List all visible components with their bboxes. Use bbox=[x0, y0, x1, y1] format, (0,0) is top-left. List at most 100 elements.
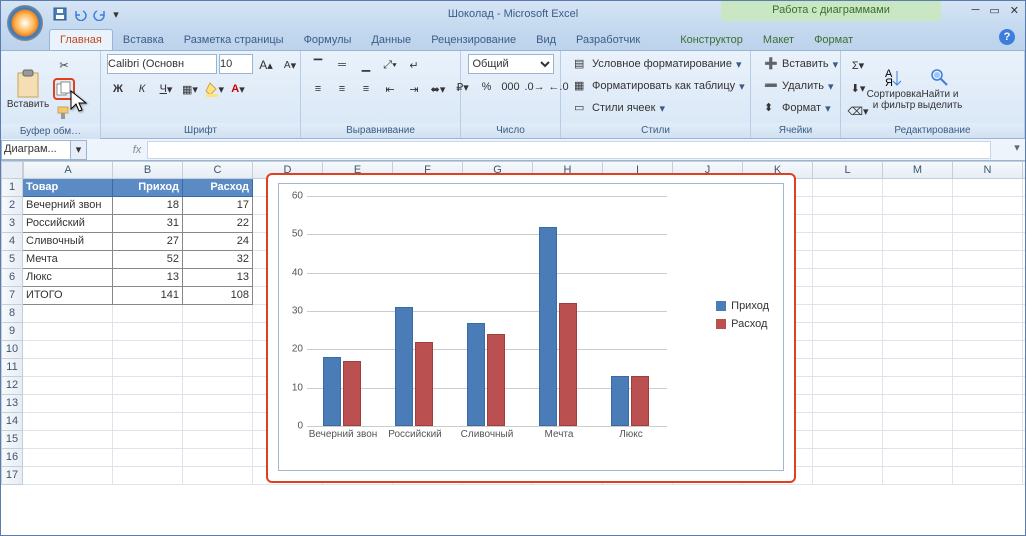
cell[interactable] bbox=[183, 359, 253, 377]
col-header-M[interactable]: M bbox=[883, 161, 953, 179]
align-left-icon[interactable]: ≡ bbox=[307, 78, 329, 100]
cell[interactable] bbox=[953, 233, 1023, 251]
insert-cells-button[interactable]: ➕Вставить▾ bbox=[757, 54, 845, 74]
cell[interactable]: ИТОГО bbox=[23, 287, 113, 305]
select-all-corner[interactable] bbox=[1, 161, 23, 179]
cell[interactable]: Товар bbox=[23, 179, 113, 197]
cell[interactable]: 141 bbox=[113, 287, 183, 305]
cell[interactable] bbox=[883, 215, 953, 233]
cell[interactable] bbox=[23, 431, 113, 449]
bar[interactable] bbox=[611, 376, 629, 426]
decrease-indent-icon[interactable]: ⇤ bbox=[379, 78, 401, 100]
tab-insert[interactable]: Вставка bbox=[113, 30, 174, 50]
row-headers[interactable]: 1234567891011121314151617 bbox=[1, 179, 23, 485]
cell[interactable] bbox=[813, 449, 883, 467]
cell[interactable] bbox=[183, 431, 253, 449]
cell[interactable] bbox=[1023, 467, 1025, 485]
tab-chart-design[interactable]: Конструктор bbox=[670, 30, 753, 50]
cell[interactable] bbox=[953, 251, 1023, 269]
cell[interactable] bbox=[953, 449, 1023, 467]
row-header-5[interactable]: 5 bbox=[1, 251, 23, 269]
cell[interactable] bbox=[1023, 305, 1025, 323]
cell[interactable] bbox=[883, 413, 953, 431]
orientation-icon[interactable]: ⤢▾ bbox=[379, 54, 401, 76]
cell[interactable] bbox=[883, 395, 953, 413]
cell[interactable] bbox=[813, 197, 883, 215]
worksheet[interactable]: ABCDEFGHIJKLMNO 123456789101112131415161… bbox=[1, 161, 1025, 521]
cell[interactable] bbox=[883, 305, 953, 323]
cell[interactable]: Люкс bbox=[23, 269, 113, 287]
cell[interactable] bbox=[1023, 197, 1025, 215]
cell[interactable] bbox=[813, 341, 883, 359]
cell[interactable] bbox=[883, 377, 953, 395]
cell[interactable] bbox=[1023, 449, 1025, 467]
row-header-14[interactable]: 14 bbox=[1, 413, 23, 431]
cell[interactable]: Приход bbox=[113, 179, 183, 197]
cell[interactable] bbox=[113, 377, 183, 395]
cell[interactable] bbox=[183, 341, 253, 359]
redo-icon[interactable] bbox=[91, 5, 109, 23]
row-header-9[interactable]: 9 bbox=[1, 323, 23, 341]
cell[interactable] bbox=[883, 341, 953, 359]
bar[interactable] bbox=[631, 376, 649, 426]
close-icon[interactable]: ✕ bbox=[1010, 4, 1019, 17]
cell[interactable] bbox=[883, 233, 953, 251]
col-header-L[interactable]: L bbox=[813, 161, 883, 179]
cell[interactable] bbox=[953, 395, 1023, 413]
formula-input[interactable] bbox=[147, 141, 991, 159]
save-icon[interactable] bbox=[51, 5, 69, 23]
bar[interactable] bbox=[395, 307, 413, 426]
row-header-12[interactable]: 12 bbox=[1, 377, 23, 395]
cell[interactable] bbox=[23, 395, 113, 413]
font-color-icon[interactable]: A▾ bbox=[227, 78, 249, 100]
cell[interactable]: 17 bbox=[183, 197, 253, 215]
cell[interactable] bbox=[23, 413, 113, 431]
cell[interactable] bbox=[1023, 233, 1025, 251]
delete-cells-button[interactable]: ➖Удалить▾ bbox=[757, 76, 841, 96]
border-icon[interactable]: ▦▾ bbox=[179, 78, 201, 100]
cell[interactable] bbox=[1023, 269, 1025, 287]
qat-more-icon[interactable]: ▾ bbox=[111, 5, 121, 23]
cell[interactable] bbox=[1023, 377, 1025, 395]
wrap-text-icon[interactable]: ↵ bbox=[403, 54, 425, 76]
cell[interactable] bbox=[813, 467, 883, 485]
format-as-table-button[interactable]: ▦Форматировать как таблицу▾ bbox=[567, 76, 752, 96]
bar[interactable] bbox=[467, 323, 485, 427]
format-painter-icon[interactable] bbox=[53, 102, 75, 124]
cell[interactable] bbox=[883, 269, 953, 287]
cell[interactable] bbox=[113, 305, 183, 323]
row-header-13[interactable]: 13 bbox=[1, 395, 23, 413]
cell[interactable] bbox=[813, 233, 883, 251]
bar[interactable] bbox=[323, 357, 341, 426]
cell[interactable]: Российский bbox=[23, 215, 113, 233]
help-icon[interactable]: ? bbox=[999, 29, 1015, 45]
cell[interactable] bbox=[113, 395, 183, 413]
cell[interactable] bbox=[113, 359, 183, 377]
cell[interactable] bbox=[813, 323, 883, 341]
tab-layout[interactable]: Разметка страницы bbox=[174, 30, 294, 50]
bar[interactable] bbox=[487, 334, 505, 426]
cell[interactable] bbox=[113, 449, 183, 467]
cell[interactable] bbox=[953, 467, 1023, 485]
cell[interactable] bbox=[1023, 215, 1025, 233]
percent-icon[interactable]: % bbox=[476, 76, 498, 98]
increase-font-icon[interactable]: A▴ bbox=[255, 54, 277, 76]
plot-area[interactable]: 0102030405060 bbox=[307, 196, 667, 426]
cell[interactable] bbox=[813, 215, 883, 233]
tab-review[interactable]: Рецензирование bbox=[421, 30, 526, 50]
cell[interactable] bbox=[183, 395, 253, 413]
cell[interactable] bbox=[23, 341, 113, 359]
bar[interactable] bbox=[559, 303, 577, 426]
cell[interactable] bbox=[113, 467, 183, 485]
find-select-button[interactable]: Найти и выделить bbox=[919, 57, 961, 121]
row-header-15[interactable]: 15 bbox=[1, 431, 23, 449]
cell[interactable]: 18 bbox=[113, 197, 183, 215]
row-header-4[interactable]: 4 bbox=[1, 233, 23, 251]
cell[interactable] bbox=[1023, 323, 1025, 341]
cell[interactable] bbox=[953, 179, 1023, 197]
cell[interactable] bbox=[23, 449, 113, 467]
cell[interactable] bbox=[883, 431, 953, 449]
tab-developer[interactable]: Разработчик bbox=[566, 30, 650, 50]
copy-icon[interactable] bbox=[53, 78, 75, 100]
cell[interactable] bbox=[23, 377, 113, 395]
